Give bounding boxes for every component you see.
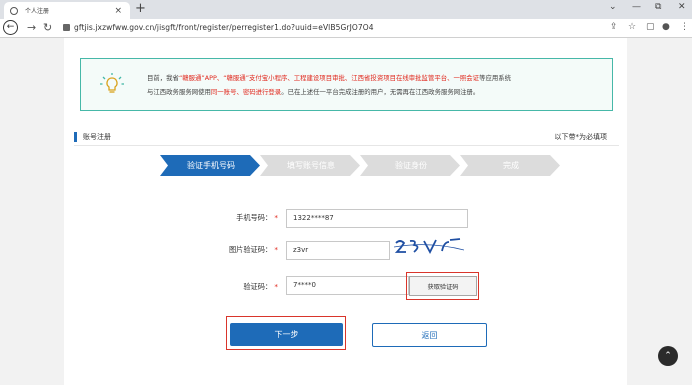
browser-tab-bar: 个人注册 × + ⌄ — ⧉ ✕ bbox=[0, 0, 692, 19]
register-page: 目前，我省“赣服通”APP、“赣服通”支付宝小程序、工程建设项目审批、江西省投资… bbox=[64, 38, 627, 385]
minimize-button[interactable]: — bbox=[632, 2, 641, 12]
close-window-button[interactable]: ✕ bbox=[678, 2, 686, 12]
step-verify-identity: 验证身份 bbox=[395, 161, 427, 170]
forward-icon[interactable]: → bbox=[27, 21, 36, 34]
globe-icon bbox=[10, 6, 18, 15]
required-star: * bbox=[274, 245, 278, 254]
notice-line2-red: 同一账号、密码进行登录 bbox=[210, 88, 282, 96]
required-star: * bbox=[274, 282, 278, 291]
sms-code-input[interactable]: 7****0 bbox=[286, 276, 409, 295]
sidebar-icon[interactable]: ▢ bbox=[646, 22, 655, 32]
img-code-input[interactable]: z3vr bbox=[286, 241, 390, 260]
browser-tab[interactable]: 个人注册 × bbox=[4, 2, 130, 19]
tab-title: 个人注册 bbox=[25, 8, 50, 15]
img-code-label-text: 图片验证码： bbox=[228, 245, 273, 254]
sms-label-text: 验证码： bbox=[243, 282, 273, 291]
required-star: * bbox=[274, 213, 278, 222]
section-title: 账号注册 bbox=[83, 133, 111, 141]
notice-line2-pre: 与江西政务服务网使用 bbox=[147, 88, 211, 96]
maximize-button[interactable]: ⧉ bbox=[655, 2, 661, 12]
return-button[interactable]: 返回 bbox=[372, 323, 487, 347]
next-button-highlight bbox=[226, 316, 346, 350]
captcha-image[interactable] bbox=[394, 235, 464, 257]
step-verify-phone: 验证手机号码 bbox=[187, 161, 235, 170]
section-header: 账号注册 以下带*为必填项 bbox=[74, 130, 619, 146]
img-code-label: 图片验证码： * bbox=[198, 245, 278, 255]
notice-line1-post: 等应用系统 bbox=[479, 74, 512, 82]
lock-icon bbox=[63, 24, 70, 31]
sms-code-label: 验证码： * bbox=[198, 282, 278, 292]
bookmark-star-icon[interactable]: ☆ bbox=[628, 22, 636, 32]
address-bar[interactable]: gftjis.jxzwfww.gov.cn/jisgft/front/regis… bbox=[74, 23, 374, 32]
notice-line2-post: 。已在上述任一平台完成注册的用户，无需再在江西政务服务网注册。 bbox=[281, 88, 480, 96]
notice-text: 目前，我省“赣服通”APP、“赣服通”支付宝小程序、工程建设项目审批、江西省投资… bbox=[147, 71, 612, 99]
tab-search-icon[interactable]: ⌄ bbox=[609, 2, 617, 12]
notice-line1-red: “赣服通”APP、“赣服通”支付宝小程序、工程建设项目审批、江西省投资项目在线审… bbox=[178, 74, 480, 82]
menu-icon[interactable]: ⋮ bbox=[680, 22, 689, 32]
section-marker bbox=[74, 132, 77, 142]
close-tab-icon[interactable]: × bbox=[114, 6, 122, 16]
new-tab-button[interactable]: + bbox=[135, 1, 146, 16]
scroll-top-icon[interactable]: ⌃ bbox=[658, 346, 678, 366]
notice-line1-pre: 目前，我省 bbox=[147, 74, 179, 82]
reload-icon[interactable]: ↻ bbox=[43, 21, 52, 34]
browser-toolbar: ← → ↻ gftjis.jxzwfww.gov.cn/jisgft/front… bbox=[0, 19, 692, 38]
share-icon[interactable]: ⇪ bbox=[610, 22, 618, 32]
profile-icon[interactable]: ● bbox=[662, 22, 670, 32]
get-code-highlight bbox=[406, 272, 479, 300]
notice-box: 目前，我省“赣服通”APP、“赣服通”支付宝小程序、工程建设项目审批、江西省投资… bbox=[80, 58, 613, 111]
step-complete: 完成 bbox=[503, 161, 519, 170]
phone-label: 手机号码： * bbox=[198, 213, 278, 223]
phone-label-text: 手机号码： bbox=[236, 213, 273, 222]
required-hint: 以下带*为必填项 bbox=[554, 133, 608, 141]
phone-input[interactable]: 1322****87 bbox=[286, 209, 468, 228]
step-fill-account: 填写账号信息 bbox=[287, 161, 335, 170]
back-icon[interactable]: ← bbox=[3, 20, 18, 35]
lightbulb-icon bbox=[100, 73, 124, 93]
